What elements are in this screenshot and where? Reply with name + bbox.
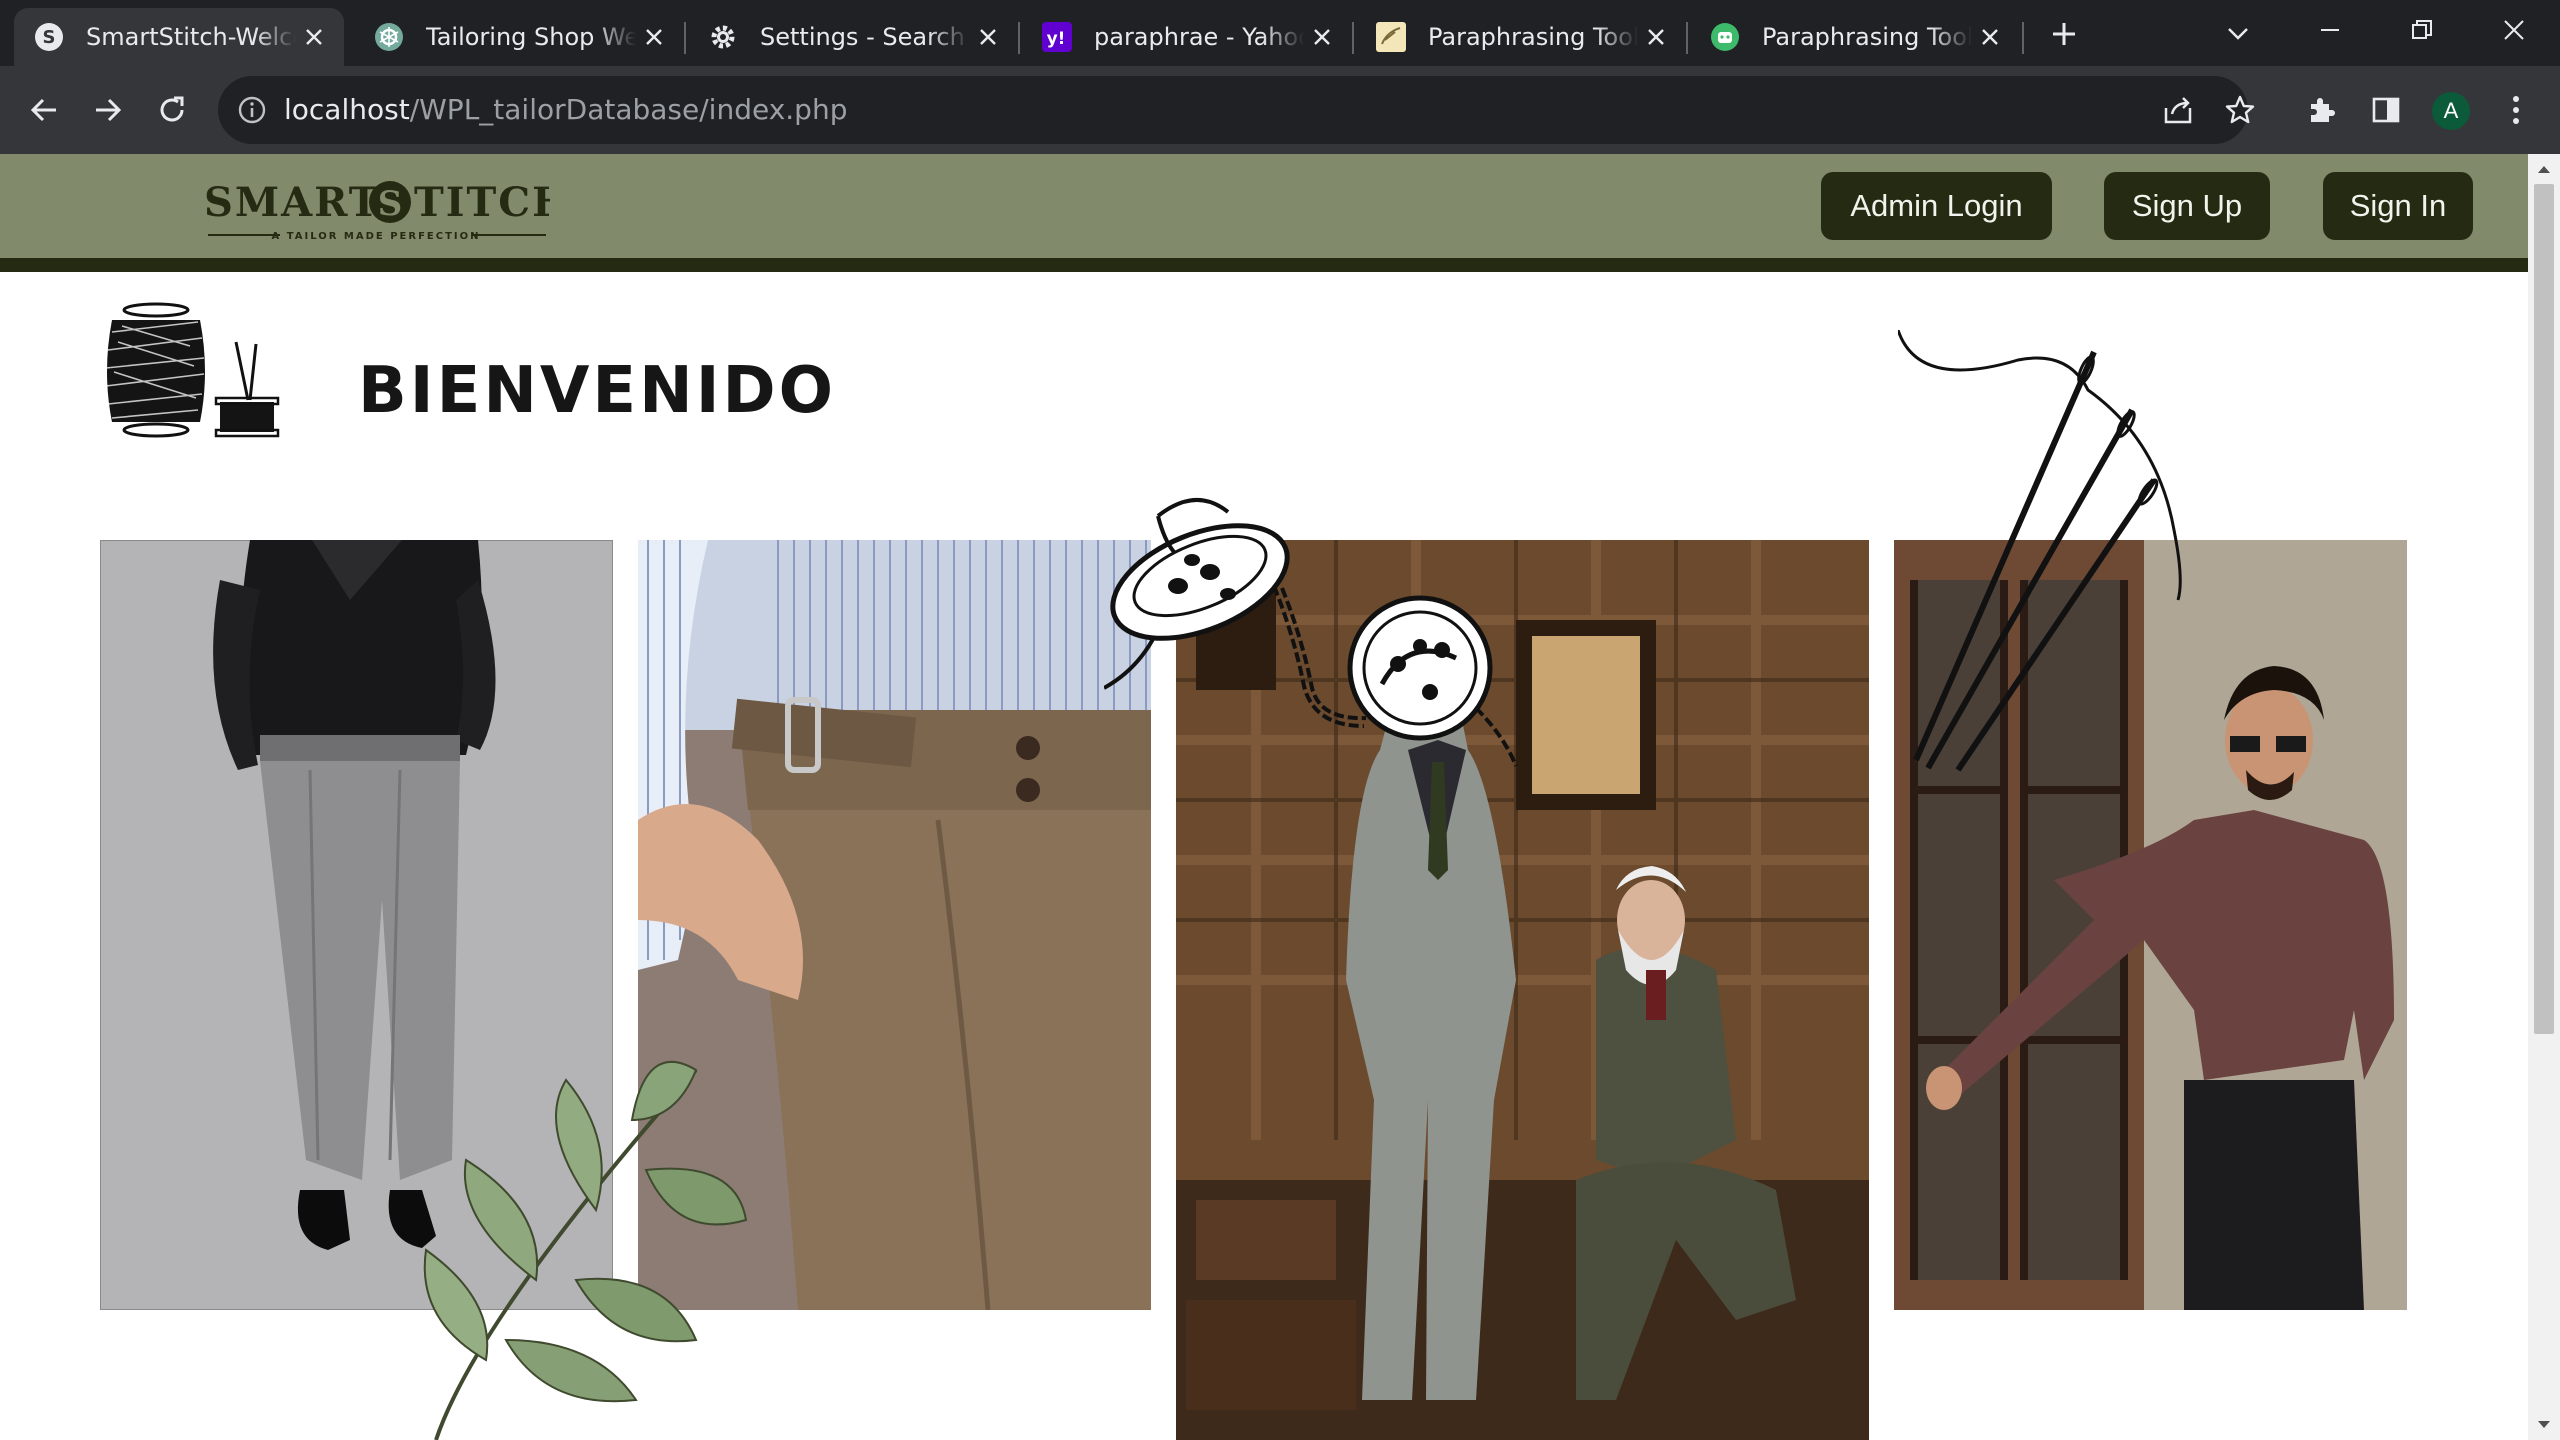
tab-separator xyxy=(1018,22,1020,54)
star-icon xyxy=(2225,95,2255,124)
tab-title: Tailoring Shop We xyxy=(426,23,636,51)
quillbot-favicon xyxy=(1376,22,1406,52)
yahoo-favicon: y! xyxy=(1042,22,1072,52)
info-icon[interactable] xyxy=(236,94,268,126)
window-close-button[interactable] xyxy=(2494,10,2534,50)
share-button[interactable] xyxy=(2160,92,2196,128)
tab-title: Paraphrasing Tool xyxy=(1762,23,1972,51)
svg-text:y!: y! xyxy=(1047,29,1066,49)
bookmark-button[interactable] xyxy=(2222,92,2258,128)
close-icon[interactable] xyxy=(636,19,672,55)
site-logo[interactable]: SMART S TITCH A TAILOR MADE PERFECTION xyxy=(204,172,570,242)
url-text: localhost/WPL_tailorDatabase/index.php xyxy=(284,76,847,144)
site-header: SMART S TITCH A TAILOR MADE PERFECTION A… xyxy=(0,154,2528,272)
logo-text-2: TITCH xyxy=(414,179,550,226)
hero-title: BIENVENIDO xyxy=(358,354,837,428)
page-scrollbar[interactable] xyxy=(2528,154,2560,1440)
profile-initial: A xyxy=(2443,98,2459,123)
minimize-button[interactable] xyxy=(2310,10,2350,50)
chevron-down-icon xyxy=(2228,28,2248,40)
tab-title: SmartStitch-Welco xyxy=(86,23,296,51)
gear-icon xyxy=(708,22,738,52)
android-favicon xyxy=(1710,22,1740,52)
leaf-branch-illustration xyxy=(396,1020,756,1440)
more-vertical-icon xyxy=(2513,96,2519,124)
url-host: localhost xyxy=(284,93,410,126)
tab-title: Settings - Search e xyxy=(760,23,970,51)
tab-smartstitch[interactable]: S SmartStitch-Welco xyxy=(14,8,344,66)
plus-icon xyxy=(2053,23,2075,45)
close-icon[interactable] xyxy=(296,19,332,55)
tab-settings[interactable]: Settings - Search e xyxy=(688,8,1018,66)
puzzle-icon xyxy=(2311,98,2335,122)
svg-text:S: S xyxy=(43,27,56,48)
tab-yahoo[interactable]: y! paraphrae - Yahoo xyxy=(1022,8,1352,66)
browser-toolbar: localhost/WPL_tailorDatabase/index.php A xyxy=(0,66,2560,154)
reload-button[interactable] xyxy=(150,88,194,132)
tab-tailoring-shop[interactable]: Tailoring Shop We xyxy=(354,8,684,66)
back-button[interactable] xyxy=(22,88,66,132)
tab-separator xyxy=(1686,22,1688,54)
thread-spool-icon xyxy=(98,302,284,438)
chatgpt-favicon xyxy=(374,22,404,52)
restore-icon xyxy=(2412,20,2432,39)
smartstitch-favicon: S xyxy=(34,22,64,52)
tab-separator xyxy=(684,22,686,54)
tab-paraphrasing-tool-2[interactable]: Paraphrasing Tool xyxy=(1690,8,2020,66)
scrollbar-thumb[interactable] xyxy=(2534,184,2554,1034)
sewing-buttons-illustration xyxy=(1103,336,1544,796)
tab-title: paraphrae - Yahoo xyxy=(1094,23,1304,51)
logo-text: SMART xyxy=(204,179,381,226)
url-path: /WPL_tailorDatabase/index.php xyxy=(409,93,848,126)
close-icon[interactable] xyxy=(1638,19,1674,55)
arrow-left-icon xyxy=(30,98,56,122)
sign-up-button[interactable]: Sign Up xyxy=(2104,172,2270,240)
restore-button[interactable] xyxy=(2402,10,2442,50)
close-icon xyxy=(2504,20,2524,40)
tab-search-button[interactable] xyxy=(2218,14,2258,54)
address-bar[interactable]: localhost/WPL_tailorDatabase/index.php xyxy=(218,76,2255,144)
close-icon[interactable] xyxy=(1972,19,2008,55)
close-icon[interactable] xyxy=(970,19,1006,55)
tab-paraphrasing-tool-1[interactable]: Paraphrasing Tool xyxy=(1356,8,1686,66)
needles-illustration xyxy=(1896,329,2198,790)
arrow-right-icon xyxy=(96,98,122,122)
profile-avatar[interactable]: A xyxy=(2430,90,2472,132)
tab-separator xyxy=(2022,22,2024,54)
browser-tab-strip: S SmartStitch-Welco Tailoring Shop We Se… xyxy=(0,0,2560,66)
admin-login-button[interactable]: Admin Login xyxy=(1821,172,2052,240)
close-icon[interactable] xyxy=(1304,19,1340,55)
sign-in-button[interactable]: Sign In xyxy=(2323,172,2473,240)
scroll-down-icon[interactable] xyxy=(2528,1412,2560,1438)
scroll-up-icon[interactable] xyxy=(2528,156,2560,182)
logo-letter: S xyxy=(378,184,403,224)
minimize-icon xyxy=(2321,29,2339,31)
browser-menu-button[interactable] xyxy=(2496,90,2536,130)
share-icon xyxy=(2164,97,2192,124)
forward-button[interactable] xyxy=(86,88,130,132)
side-panel-icon xyxy=(2372,97,2400,123)
tab-separator xyxy=(1352,22,1354,54)
logo-tagline: A TAILOR MADE PERFECTION xyxy=(271,231,480,242)
side-panel-button[interactable] xyxy=(2366,90,2406,130)
new-tab-button[interactable] xyxy=(2044,14,2084,54)
tab-title: Paraphrasing Tool xyxy=(1428,23,1638,51)
reload-icon xyxy=(160,96,184,122)
web-page: SMART S TITCH A TAILOR MADE PERFECTION A… xyxy=(0,154,2528,1440)
extensions-button[interactable] xyxy=(2302,90,2342,130)
